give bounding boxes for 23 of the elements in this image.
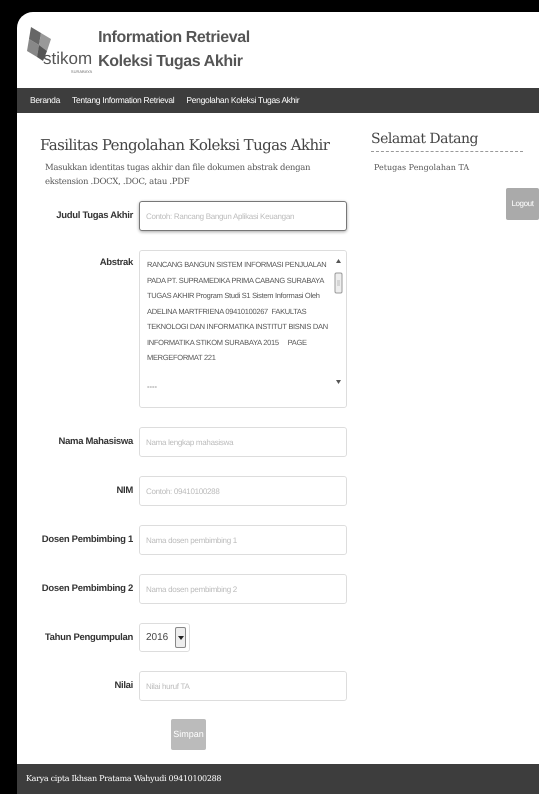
nav-link[interactable]: Pengolahan Koleksi Tugas Akhir (186, 94, 300, 107)
field-label: Dosen Pembimbing 1 (40, 533, 133, 547)
field-label: Judul Tugas Akhir (55, 209, 133, 223)
site-title: Koleksi Tugas Akhir (98, 52, 244, 72)
user-role-text: Petugas Pengolahan TA (374, 162, 470, 174)
field-label: Dosen Pembimbing 2 (40, 582, 133, 596)
nav-link[interactable]: Tentang Information Retrieval (72, 94, 174, 107)
field-label: Nilai (113, 679, 133, 693)
page-title: Fasilitas Pengolahan Koleksi Tugas Akhir (40, 135, 330, 156)
sidebar-heading: Selamat Datang (371, 129, 523, 152)
field-label: Tahun Pengumpulan (44, 631, 133, 645)
field-label: Abstrak (98, 256, 133, 270)
logo-text: stikom (43, 50, 92, 67)
nav-link[interactable]: Beranda (30, 94, 60, 107)
field-label: NIM (115, 484, 133, 498)
description-text: Masukkan identitas tugas akhir dan file dokumen abstrak dengan ekstension .DOCX, .DOC, atau .PDF (44, 162, 312, 189)
year-select[interactable]: 2016 (139, 623, 190, 652)
abstract-textarea[interactable] (139, 250, 347, 408)
site-title: Information Retrieval (98, 28, 250, 48)
text-field[interactable]: Contoh: Rancang Bangun Aplikasi Keuangan (139, 201, 347, 231)
field-label: Nama Mahasiswa (58, 435, 133, 449)
footer-text: Karya cipta Ikhsan Pratama Wahyudi 09410100288 (26, 773, 222, 785)
dropdown-caret-icon (175, 627, 186, 648)
